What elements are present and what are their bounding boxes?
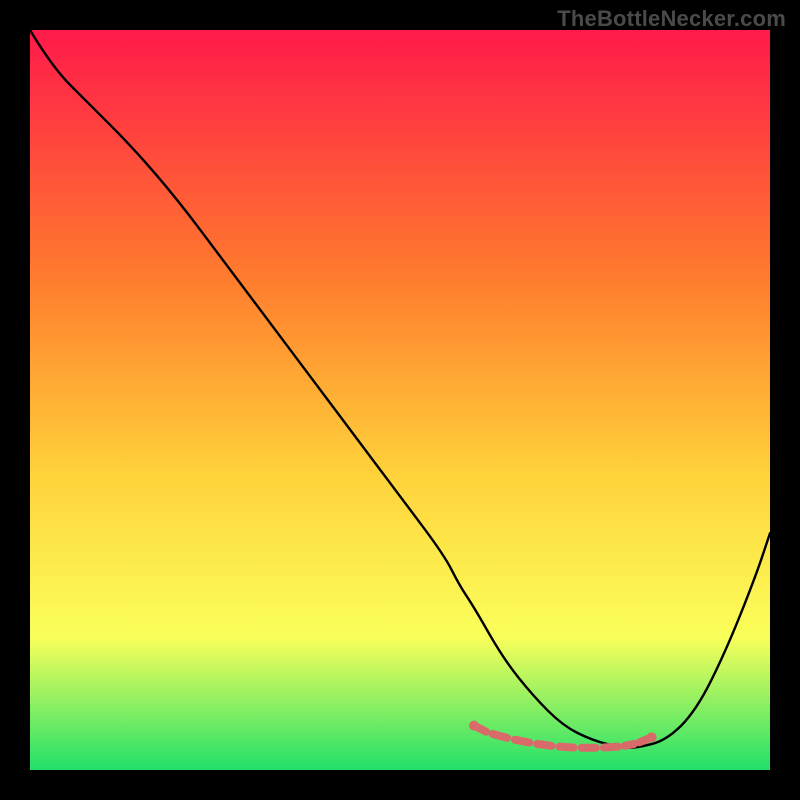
- highlight-endpoint: [647, 732, 657, 742]
- highlight-dash: [604, 747, 618, 748]
- highlight-dash: [537, 744, 551, 746]
- highlight-dash: [515, 740, 529, 743]
- highlight-dash: [559, 747, 573, 748]
- chart-frame: TheBottleNecker.com: [0, 0, 800, 800]
- plot-area: [30, 30, 770, 770]
- highlight-endpoint: [469, 721, 479, 731]
- chart-svg: [30, 30, 770, 770]
- highlight-dash: [625, 744, 634, 746]
- gradient-background: [30, 30, 770, 770]
- highlight-dash: [493, 734, 507, 738]
- watermark-text: TheBottleNecker.com: [557, 6, 786, 32]
